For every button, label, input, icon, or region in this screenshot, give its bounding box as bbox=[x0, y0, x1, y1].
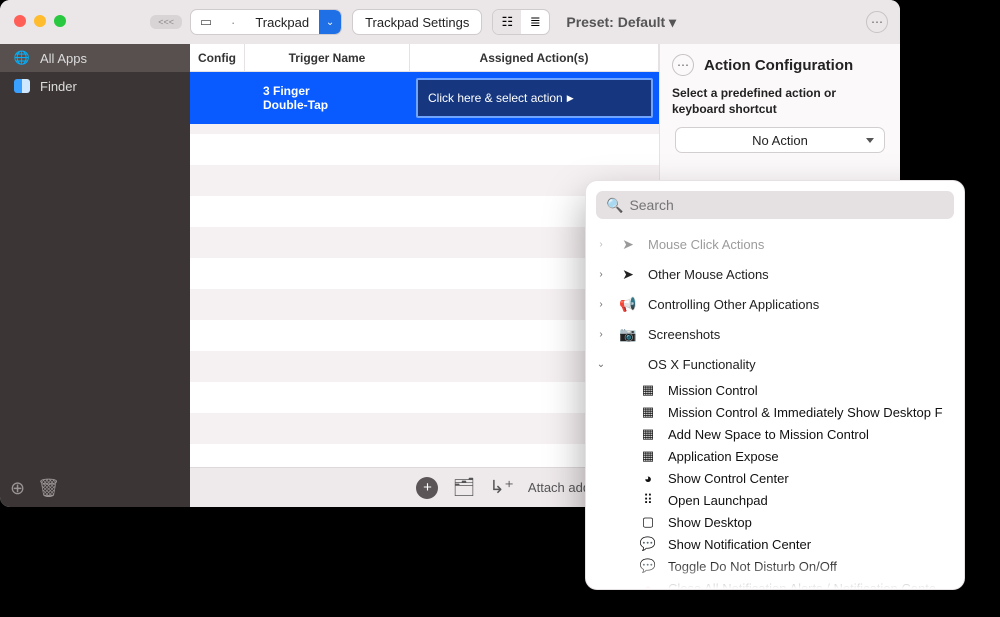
category-icon: ➤ bbox=[618, 236, 638, 253]
chevron-down-icon: ⌄ bbox=[594, 359, 608, 370]
device-label: Trackpad bbox=[245, 15, 319, 30]
add-button[interactable]: ⊕ bbox=[10, 478, 25, 499]
panel-more-button[interactable]: ⋯ bbox=[672, 54, 694, 76]
trash-button[interactable]: 🗑 bbox=[37, 478, 60, 499]
category-label: Mouse Click Actions bbox=[648, 237, 764, 252]
toolbar: ▭ · Trackpad ⌄ Trackpad Settings ☷ ≣ Pre… bbox=[190, 9, 900, 35]
action-label: Mission Control & Immediately Show Deskt… bbox=[668, 405, 943, 420]
action-icon: ▢ bbox=[638, 514, 658, 530]
category-icon: 📢 bbox=[618, 296, 638, 313]
back-button[interactable]: <<< bbox=[150, 15, 182, 29]
popover-search[interactable]: 🔍 bbox=[596, 191, 954, 219]
more-button[interactable]: ⋯ bbox=[866, 11, 888, 33]
category-row[interactable]: › 📢 Controlling Other Applications bbox=[594, 289, 956, 319]
add-trigger-button[interactable]: + bbox=[416, 477, 438, 499]
action-item[interactable]: ▢ Show Desktop bbox=[638, 511, 956, 533]
action-icon: 💬 bbox=[638, 536, 658, 552]
action-item[interactable]: ▦ Application Expose bbox=[638, 445, 956, 467]
action-dropdown[interactable]: No Action bbox=[675, 127, 885, 153]
assign-action-label: Click here & select action bbox=[428, 91, 563, 105]
category-label: Controlling Other Applications bbox=[648, 297, 819, 312]
action-dropdown-label: No Action bbox=[752, 133, 808, 148]
action-item[interactable]: 💬 Show Notification Center bbox=[638, 533, 956, 555]
action-item[interactable]: ▦ Mission Control bbox=[638, 379, 956, 401]
attach-icon[interactable]: ↳⁺ bbox=[489, 477, 514, 498]
panel-subtitle: Select a predefined action or keyboard s… bbox=[672, 86, 888, 117]
table-header: Config Trigger Name Assigned Action(s) bbox=[190, 44, 659, 72]
minimize-icon[interactable] bbox=[34, 15, 46, 27]
action-popover: 🔍 › ➤ Mouse Click Actions › ➤ Other Mouse Act… bbox=[585, 180, 965, 590]
category-icon: 📷 bbox=[618, 326, 638, 343]
sidebar-item-label: Finder bbox=[40, 79, 77, 94]
category-row[interactable]: › 📷 Screenshots bbox=[594, 319, 956, 349]
assign-action-button[interactable]: Click here & select action bbox=[416, 78, 653, 118]
view-mode-segment[interactable]: ☷ ≣ bbox=[492, 9, 550, 35]
close-icon[interactable] bbox=[14, 15, 26, 27]
trackpad-icon: ▭ bbox=[191, 14, 221, 30]
action-icon: ⠿ bbox=[638, 492, 658, 508]
category-row[interactable]: › ➤ Other Mouse Actions bbox=[594, 259, 956, 289]
finder-icon bbox=[14, 79, 30, 93]
col-config[interactable]: Config bbox=[190, 44, 245, 71]
sidebar-item-finder[interactable]: Finder bbox=[0, 72, 190, 100]
action-label: Show Desktop bbox=[668, 515, 752, 530]
col-trigger[interactable]: Trigger Name bbox=[245, 44, 410, 71]
action-label: Add New Space to Mission Control bbox=[668, 427, 869, 442]
chevron-right-icon: › bbox=[594, 239, 608, 250]
action-item[interactable]: ▦ Add New Space to Mission Control bbox=[638, 423, 956, 445]
category-label: OS X Functionality bbox=[648, 357, 756, 372]
action-label: Open Launchpad bbox=[668, 493, 768, 508]
trackpad-settings-button[interactable]: Trackpad Settings bbox=[352, 9, 482, 35]
action-item[interactable]: ⠿ Open Launchpad bbox=[638, 489, 956, 511]
category-row[interactable]: ⌄ OS X Functionality bbox=[594, 349, 956, 379]
category-icon: ➤ bbox=[618, 266, 638, 283]
chevron-right-icon: › bbox=[594, 269, 608, 280]
action-icon: ▦ bbox=[638, 426, 658, 442]
sidebar-item-label: All Apps bbox=[40, 51, 87, 66]
device-select[interactable]: ▭ · Trackpad ⌄ bbox=[190, 9, 342, 35]
action-label: Show Control Center bbox=[668, 471, 789, 486]
settings-label: Trackpad Settings bbox=[365, 15, 469, 30]
action-icon: ◕ bbox=[638, 471, 658, 486]
action-icon: ▦ bbox=[638, 382, 658, 398]
category-list: › ➤ Mouse Click Actions › ➤ Other Mouse Actio… bbox=[586, 229, 964, 590]
zoom-icon[interactable] bbox=[54, 15, 66, 27]
search-icon: 🔍 bbox=[606, 197, 623, 214]
category-label: Other Mouse Actions bbox=[648, 267, 769, 282]
row-trigger-cell: 3 Finger Double-Tap bbox=[245, 72, 410, 124]
folder-add-icon[interactable]: 🗂 bbox=[452, 477, 475, 498]
titlebar: <<< ▭ · Trackpad ⌄ Trackpad Settings ☷ ≣… bbox=[0, 0, 900, 44]
action-label: Mission Control bbox=[668, 383, 758, 398]
action-item[interactable]: ▦ Mission Control & Immediately Show Desk… bbox=[638, 401, 956, 423]
action-label: Show Notification Center bbox=[668, 537, 811, 552]
action-item[interactable]: ◕ Show Control Center bbox=[638, 467, 956, 489]
category-label: Screenshots bbox=[648, 327, 720, 342]
chevron-down-icon[interactable]: ⌄ bbox=[319, 10, 341, 34]
chevron-right-icon: › bbox=[594, 299, 608, 310]
row-config-cell[interactable] bbox=[190, 72, 245, 124]
columns-view-icon[interactable]: ☷ bbox=[493, 10, 521, 34]
search-input[interactable] bbox=[629, 197, 944, 213]
chevron-right-icon: › bbox=[594, 329, 608, 340]
globe-icon bbox=[14, 50, 30, 66]
traffic-lights: <<< bbox=[0, 15, 190, 29]
preset-menu[interactable]: Preset: Default ▾ bbox=[566, 14, 676, 31]
sidebar-item-all-apps[interactable]: All Apps bbox=[0, 44, 190, 72]
fade-overlay bbox=[586, 559, 964, 589]
table-row[interactable]: 3 Finger Double-Tap Click here & select … bbox=[190, 72, 659, 124]
category-row[interactable]: › ➤ Mouse Click Actions bbox=[594, 229, 956, 259]
col-action[interactable]: Assigned Action(s) bbox=[410, 44, 659, 71]
action-icon: ▦ bbox=[638, 404, 658, 420]
action-label: Application Expose bbox=[668, 449, 779, 464]
sidebar: All Apps Finder ⊕ 🗑 bbox=[0, 44, 190, 507]
panel-title: Action Configuration bbox=[704, 57, 853, 74]
action-icon: ▦ bbox=[638, 448, 658, 464]
sidebar-footer: ⊕ 🗑 bbox=[10, 478, 60, 499]
list-view-icon[interactable]: ≣ bbox=[521, 10, 549, 34]
